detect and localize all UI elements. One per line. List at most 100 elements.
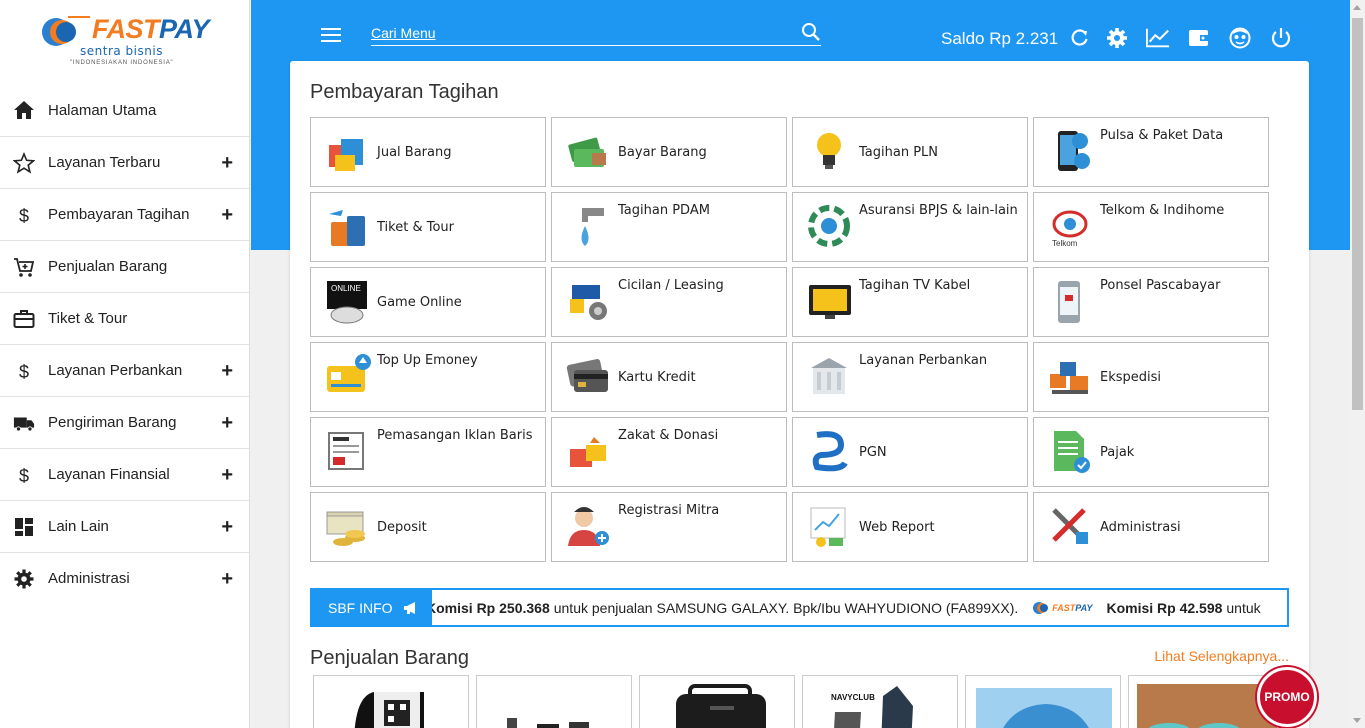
face-icon[interactable] [1228,26,1252,50]
scroll-down-arrow-icon[interactable] [1353,718,1361,723]
service-tile-ekspedisi[interactable]: Ekspedisi [1033,342,1269,412]
service-tile-label: Game Online [377,294,462,310]
service-tile-label: Tiket & Tour [377,219,454,235]
service-tile-pgn[interactable]: PGN [792,417,1028,487]
power-icon[interactable] [1269,26,1293,50]
shipping-icon [1050,362,1088,394]
scroll-up-arrow-icon[interactable] [1353,5,1361,10]
service-tile-pulsa-paket-data[interactable]: Pulsa & Paket Data [1033,117,1269,187]
service-tile-bayar-barang[interactable]: Bayar Barang [551,117,787,187]
sidebar: FASTPAY sentra bisnis "INDONESIAKAN INDO… [0,0,250,728]
sidebar-item-pembayaran-tagihan[interactable]: $ Pembayaran Tagihan + [0,188,249,240]
service-tile-administrasi[interactable]: Administrasi [1033,492,1269,562]
service-tile-game-online[interactable]: ONLINE Game Online [310,267,546,337]
expand-plus-icon[interactable]: + [221,412,233,435]
chart-icon[interactable] [1146,26,1170,50]
product-card[interactable] [965,675,1121,728]
info-msg2-bold: Komisi Rp 42.598 [1106,599,1223,616]
service-tile-cicilan-leasing[interactable]: Cicilan / Leasing [551,267,787,337]
product-blue-item-image [976,688,1112,728]
info-label: SBF INFO [312,590,432,625]
service-tile-jual-barang[interactable]: Jual Barang [310,117,546,187]
service-tile-tagihan-pln[interactable]: Tagihan PLN [792,117,1028,187]
service-tile-label: Pulsa & Paket Data [1100,128,1224,143]
service-tile-label: Telkom & Indihome [1100,203,1225,218]
search-icon[interactable] [801,22,821,42]
wallet-icon[interactable] [1187,26,1211,50]
sidebar-item-pengiriman-barang[interactable]: Pengiriman Barang + [0,396,249,448]
service-tile-web-report[interactable]: Web Report [792,492,1028,562]
expand-plus-icon[interactable]: + [221,204,233,227]
fastpay-logo[interactable]: FASTPAY sentra bisnis "INDONESIAKAN INDO… [0,0,249,84]
service-tile-registrasi-mitra[interactable]: Registrasi Mitra [551,492,787,562]
settings-icon[interactable] [1105,26,1129,50]
truck-icon [0,412,48,434]
service-tile-label: Pajak [1100,444,1135,460]
page-scrollbar[interactable] [1350,0,1365,728]
service-tile-tagihan-pdam[interactable]: Tagihan PDAM [551,192,787,262]
pgn-icon [812,431,848,472]
scrollbar-thumb[interactable] [1352,18,1363,410]
product-card[interactable] [639,675,795,728]
logo-tagline: sentra bisnis [80,44,163,58]
dollar-icon: $ [0,204,48,226]
home-icon [0,99,48,121]
service-tile-pemasangan-iklan-baris[interactable]: Pemasangan Iklan Baris [310,417,546,487]
expand-plus-icon[interactable]: + [221,464,233,487]
hamburger-menu-icon[interactable] [321,28,341,44]
balance-text: Saldo Rp 2.231 [941,29,1059,48]
service-tile-tiket-tour[interactable]: Tiket & Tour [310,192,546,262]
phone-icon [1058,131,1090,171]
sidebar-item-label: Tiket & Tour [48,310,128,327]
expand-plus-icon[interactable]: + [221,152,233,175]
expand-plus-icon[interactable]: + [221,516,233,539]
sidebar-menu: Halaman Utama Layanan Terbaru + $ Pembayaran… [0,84,249,604]
service-tile-top-up-emoney[interactable]: Top Up Emoney [310,342,546,412]
emoney-icon [327,354,371,392]
dashboard-icon [0,516,48,538]
sidebar-item-penjualan-barang[interactable]: Penjualan Barang [0,240,249,292]
sidebar-item-tiket-tour[interactable]: Tiket & Tour [0,292,249,344]
service-tile-label: Bayar Barang [618,144,707,160]
service-tile-telkom-indihome[interactable]: Telkom Telkom & Indihome [1033,192,1269,262]
sidebar-item-label: Penjualan Barang [48,258,168,275]
telephone-icon: Telkom [1052,210,1088,248]
info-msg1-bold: Komisi Rp 250.368 [432,599,550,616]
info-ticker: SBF INFO Komisi Rp 250.368 untuk penjual… [310,588,1289,627]
svg-text:Telkom: Telkom [1052,239,1078,248]
sidebar-item-administrasi[interactable]: Administrasi + [0,552,249,604]
sidebar-item-layanan-finansial[interactable]: $ Layanan Finansial + [0,448,249,500]
expand-plus-icon[interactable]: + [221,568,233,591]
sidebar-item-halaman-utama[interactable]: Halaman Utama [0,84,249,136]
service-tile-asuransi-bpjs-lain-lain[interactable]: Asuransi BPJS & lain-lain [792,192,1028,262]
service-tile-label: Layanan Perbankan [859,353,988,368]
info-msg2-text: untuk [1226,599,1261,616]
product-card[interactable] [476,675,632,728]
service-tile-label: Registrasi Mitra [618,503,720,518]
expand-plus-icon[interactable]: + [221,360,233,383]
tax-document-icon [1054,431,1090,473]
promo-badge[interactable]: PROMO [1257,667,1317,727]
service-tile-deposit[interactable]: Deposit [310,492,546,562]
gift-icon [570,437,606,467]
sidebar-item-layanan-perbankan[interactable]: $ Layanan Perbankan + [0,344,249,396]
service-tile-layanan-perbankan[interactable]: Layanan Perbankan [792,342,1028,412]
see-more-link[interactable]: Lihat Selengkapnya... [1154,648,1289,664]
product-card[interactable]: NAVYCLUB [802,675,958,728]
sidebar-item-lain-lain[interactable]: Lain Lain + [0,500,249,552]
service-tile-zakat-donasi[interactable]: Zakat & Donasi [551,417,787,487]
service-tile-kartu-kredit[interactable]: Kartu Kredit [551,342,787,412]
service-tile-tagihan-tv-kabel[interactable]: Tagihan TV Kabel [792,267,1028,337]
service-tile-ponsel-pascabayar[interactable]: Ponsel Pascabayar [1033,267,1269,337]
service-tile-label: Web Report [859,519,935,535]
search-input[interactable] [371,22,791,44]
refresh-icon[interactable] [1068,26,1092,50]
logo-tagline-sub: "INDONESIAKAN INDONESIA" [70,60,174,66]
cart-icon [0,256,48,278]
service-tile-pajak[interactable]: Pajak [1033,417,1269,487]
product-bag-image [676,684,766,728]
sidebar-item-layanan-terbaru[interactable]: Layanan Terbaru + [0,136,249,188]
service-tile-label: Pemasangan Iklan Baris [377,428,533,443]
product-card[interactable] [313,675,469,728]
sidebar-item-label: Halaman Utama [48,101,157,119]
